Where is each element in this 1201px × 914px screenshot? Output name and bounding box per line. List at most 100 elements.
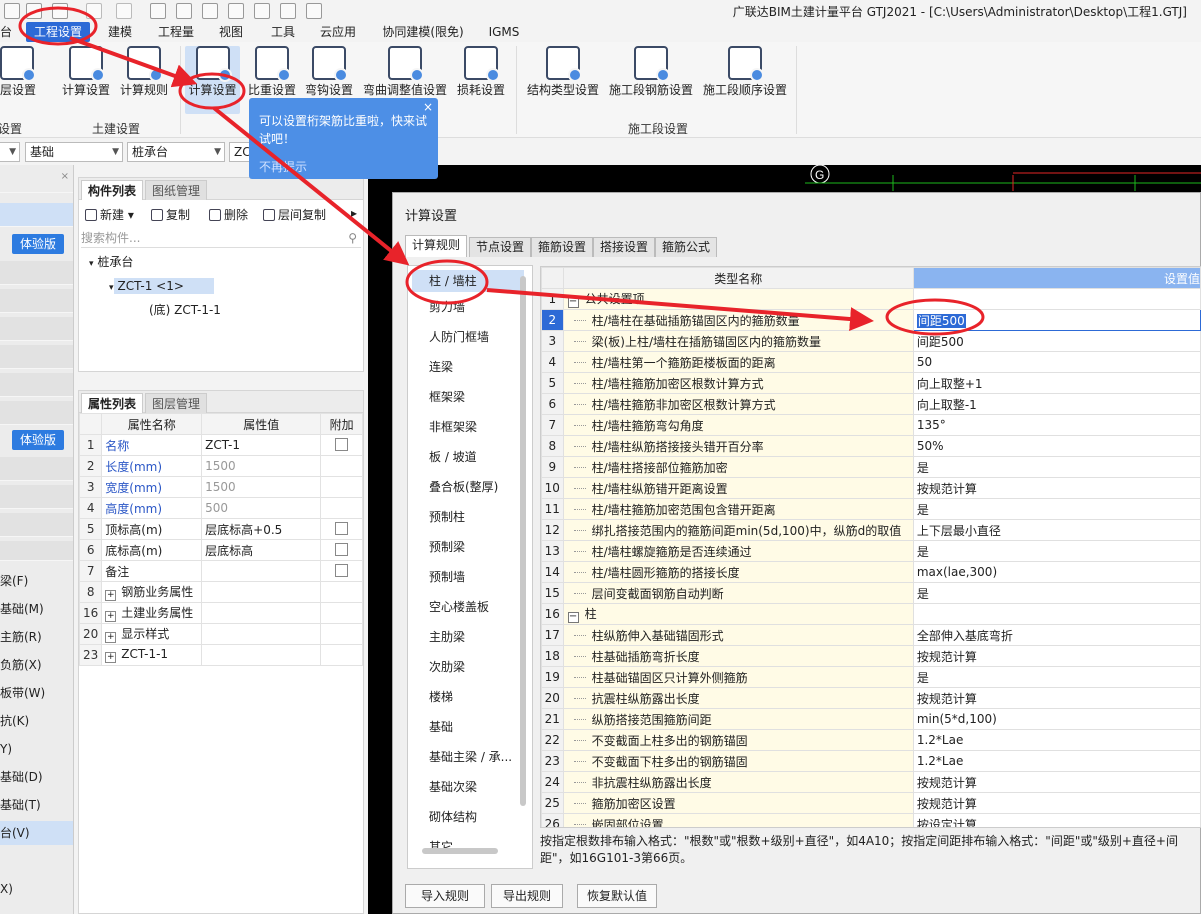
calc-settings-button[interactable]: 计算设置 bbox=[60, 46, 112, 106]
rules-row[interactable]: 14 柱/墙柱圆形箍筋的搭接长度 max(lae,300) bbox=[541, 561, 1201, 583]
menu-item-project-settings[interactable]: 工程设置 bbox=[26, 22, 90, 42]
open-icon[interactable] bbox=[4, 3, 20, 19]
restore-default-button[interactable]: 恢复默认值 bbox=[577, 884, 657, 908]
category-item[interactable]: 基础主梁 / 承... bbox=[408, 746, 532, 768]
property-row[interactable]: 23 + ZCT-1-1 bbox=[78, 644, 363, 666]
nav-row[interactable] bbox=[0, 261, 73, 285]
floor-dropdown[interactable]: ▼ bbox=[0, 142, 20, 162]
category-item[interactable]: 次肋梁 bbox=[408, 656, 532, 678]
menu-item-view[interactable]: 视图 bbox=[216, 22, 246, 42]
rule-value[interactable]: 是 bbox=[912, 498, 1201, 520]
nav-item[interactable]: 梁(F) bbox=[0, 571, 28, 591]
rule-value[interactable]: 按设定计算 bbox=[912, 813, 1201, 827]
nav-row[interactable] bbox=[0, 401, 73, 425]
tree-child[interactable]: ▾ ZCT-1 <1> bbox=[109, 276, 214, 298]
dont-show-again-link[interactable]: 不再提示 bbox=[259, 158, 307, 175]
nav-item[interactable]: 主筋(R) bbox=[0, 627, 42, 647]
category-item[interactable]: 预制墙 bbox=[408, 566, 532, 588]
category-item[interactable]: 空心楼盖板 bbox=[408, 596, 532, 618]
rules-row[interactable]: 6 柱/墙柱箍筋非加密区根数计算方式 向上取整-1 bbox=[541, 393, 1201, 415]
rebar-calc-settings-button[interactable]: 计算设置 bbox=[185, 46, 240, 114]
rules-row[interactable]: 18 柱基础插筋弯折长度 按规范计算 bbox=[541, 645, 1201, 667]
nav-row[interactable]: × bbox=[0, 169, 73, 193]
tab-component-list[interactable]: 构件列表 bbox=[81, 180, 144, 200]
rule-value[interactable]: 全部伸入基底弯折 bbox=[912, 624, 1201, 646]
nav-row[interactable] bbox=[0, 485, 73, 509]
property-row[interactable]: 8 + 钢筋业务属性 bbox=[78, 581, 363, 603]
tab-stirrup-formula[interactable]: 箍筋公式 bbox=[655, 237, 718, 257]
close-icon[interactable]: × bbox=[61, 171, 69, 182]
property-value[interactable] bbox=[201, 644, 322, 666]
rules-row[interactable]: 8 柱/墙柱纵筋搭接接头错开百分率 50% bbox=[541, 435, 1201, 457]
rules-group-row[interactable]: 16− 柱 bbox=[541, 603, 1201, 625]
undo-icon[interactable] bbox=[86, 3, 102, 19]
search-icon[interactable]: ⚲ bbox=[348, 228, 357, 248]
category-item[interactable]: 基础次梁 bbox=[408, 776, 532, 798]
rule-value[interactable]: 按规范计算 bbox=[912, 477, 1201, 499]
search-input[interactable]: 搜索构件... ⚲ bbox=[81, 228, 361, 248]
rule-value[interactable]: 是 bbox=[912, 582, 1201, 604]
rule-value[interactable]: 1.2*Lae bbox=[912, 750, 1201, 772]
category-vscrollbar[interactable] bbox=[520, 276, 526, 806]
rule-value[interactable] bbox=[912, 288, 1201, 310]
expand-icon[interactable]: + bbox=[105, 632, 117, 643]
nav-row[interactable] bbox=[0, 289, 73, 313]
rule-value[interactable]: 是 bbox=[912, 456, 1201, 478]
category-item[interactable]: 其它 bbox=[408, 836, 532, 858]
rules-row[interactable]: 13 柱/墙柱螺旋箍筋是否连续通过是 bbox=[541, 540, 1201, 562]
menu-item-cloud[interactable]: 云应用 bbox=[318, 22, 358, 42]
rules-row[interactable]: 23 不变截面下柱多出的钢筋锚固 1.2*Lae bbox=[541, 750, 1201, 772]
category-item[interactable]: 楼梯 bbox=[408, 686, 532, 708]
menu-item-collab[interactable]: 协同建模(限免) bbox=[380, 22, 466, 42]
category-item[interactable]: 基础 bbox=[408, 716, 532, 738]
category-item[interactable]: 叠合板(整厚) bbox=[408, 476, 532, 498]
rules-row[interactable]: 19 柱基础锚固区只计算外侧箍筋是 bbox=[541, 666, 1201, 688]
category-item[interactable]: 预制梁 bbox=[408, 536, 532, 558]
structure-type-button[interactable]: 结构类型设置 bbox=[526, 46, 600, 106]
calc-rules-button[interactable]: 计算规则 bbox=[118, 46, 170, 106]
more-button[interactable]: ▸ bbox=[351, 206, 357, 220]
property-row[interactable]: 6 底标高(m) 层底标高 bbox=[78, 539, 363, 561]
rule-value[interactable]: 按规范计算 bbox=[912, 687, 1201, 709]
tree-root[interactable]: ▾ 桩承台 bbox=[89, 252, 133, 274]
loss-settings-button[interactable]: 损耗设置 bbox=[456, 46, 506, 106]
tab-lap-settings[interactable]: 搭接设置 bbox=[593, 237, 656, 257]
tree-collapse-icon[interactable]: ▾ bbox=[89, 259, 94, 269]
property-row[interactable]: 7 备注 bbox=[78, 560, 363, 582]
nav-item[interactable]: 基础(T) bbox=[0, 795, 41, 815]
rule-value[interactable]: 是 bbox=[912, 540, 1201, 562]
property-value[interactable] bbox=[201, 560, 322, 582]
nav-row[interactable] bbox=[0, 345, 73, 369]
property-row[interactable]: 3 宽度(mm) 1500 bbox=[78, 476, 363, 498]
rule-value[interactable]: 向上取整+1 bbox=[912, 372, 1201, 394]
nav-row[interactable] bbox=[0, 513, 73, 537]
rule-value[interactable]: 间距500 bbox=[912, 330, 1201, 352]
category-item[interactable]: 板 / 坡道 bbox=[408, 446, 532, 468]
tab-calc-rules[interactable]: 计算规则 bbox=[405, 235, 468, 257]
export-rules-button[interactable]: 导出规则 bbox=[491, 884, 563, 908]
menu-item-quantity[interactable]: 工程量 bbox=[156, 22, 196, 42]
column-icon[interactable] bbox=[280, 3, 296, 19]
property-row[interactable]: 16 + 土建业务属性 bbox=[78, 602, 363, 624]
extra-checkbox[interactable] bbox=[335, 543, 349, 556]
rule-value[interactable]: 50% bbox=[912, 435, 1201, 457]
new-button[interactable]: 新建 ▾ bbox=[85, 206, 134, 223]
trial-badge[interactable]: 体验版 bbox=[12, 234, 64, 254]
nav-item-selected[interactable]: 台(V) bbox=[0, 821, 73, 845]
category-dropdown[interactable]: 基础 ▼ bbox=[25, 142, 123, 162]
category-item[interactable]: 非框架梁 bbox=[408, 416, 532, 438]
menu-item-igms[interactable]: IGMS bbox=[486, 22, 522, 42]
view-icon[interactable] bbox=[306, 3, 322, 19]
rules-row[interactable]: 4 柱/墙柱第一个箍筋距楼板面的距离 50 bbox=[541, 351, 1201, 373]
rule-value[interactable]: 按规范计算 bbox=[912, 792, 1201, 814]
delete-button[interactable]: 删除 bbox=[209, 206, 248, 223]
rule-value[interactable] bbox=[912, 603, 1201, 625]
save-all-icon[interactable] bbox=[52, 3, 68, 19]
rule-value[interactable]: 135° bbox=[912, 414, 1201, 436]
stage-rebar-button[interactable]: 施工段钢筋设置 bbox=[608, 46, 694, 106]
property-value[interactable] bbox=[201, 581, 322, 603]
weight-settings-button[interactable]: 比重设置 bbox=[248, 46, 296, 106]
type-dropdown[interactable]: 桩承台 ▼ bbox=[127, 142, 225, 162]
rule-value[interactable]: 是 bbox=[912, 666, 1201, 688]
tab-layer-manage[interactable]: 图层管理 bbox=[145, 393, 208, 413]
